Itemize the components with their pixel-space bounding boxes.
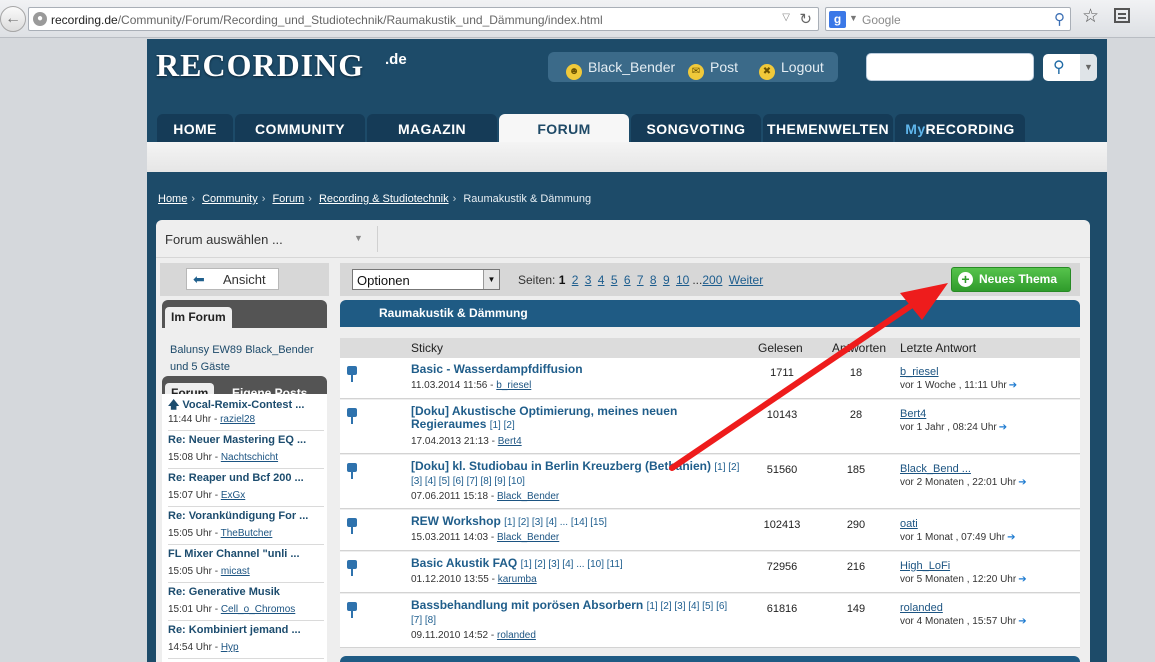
annotation-arrow (669, 283, 948, 471)
